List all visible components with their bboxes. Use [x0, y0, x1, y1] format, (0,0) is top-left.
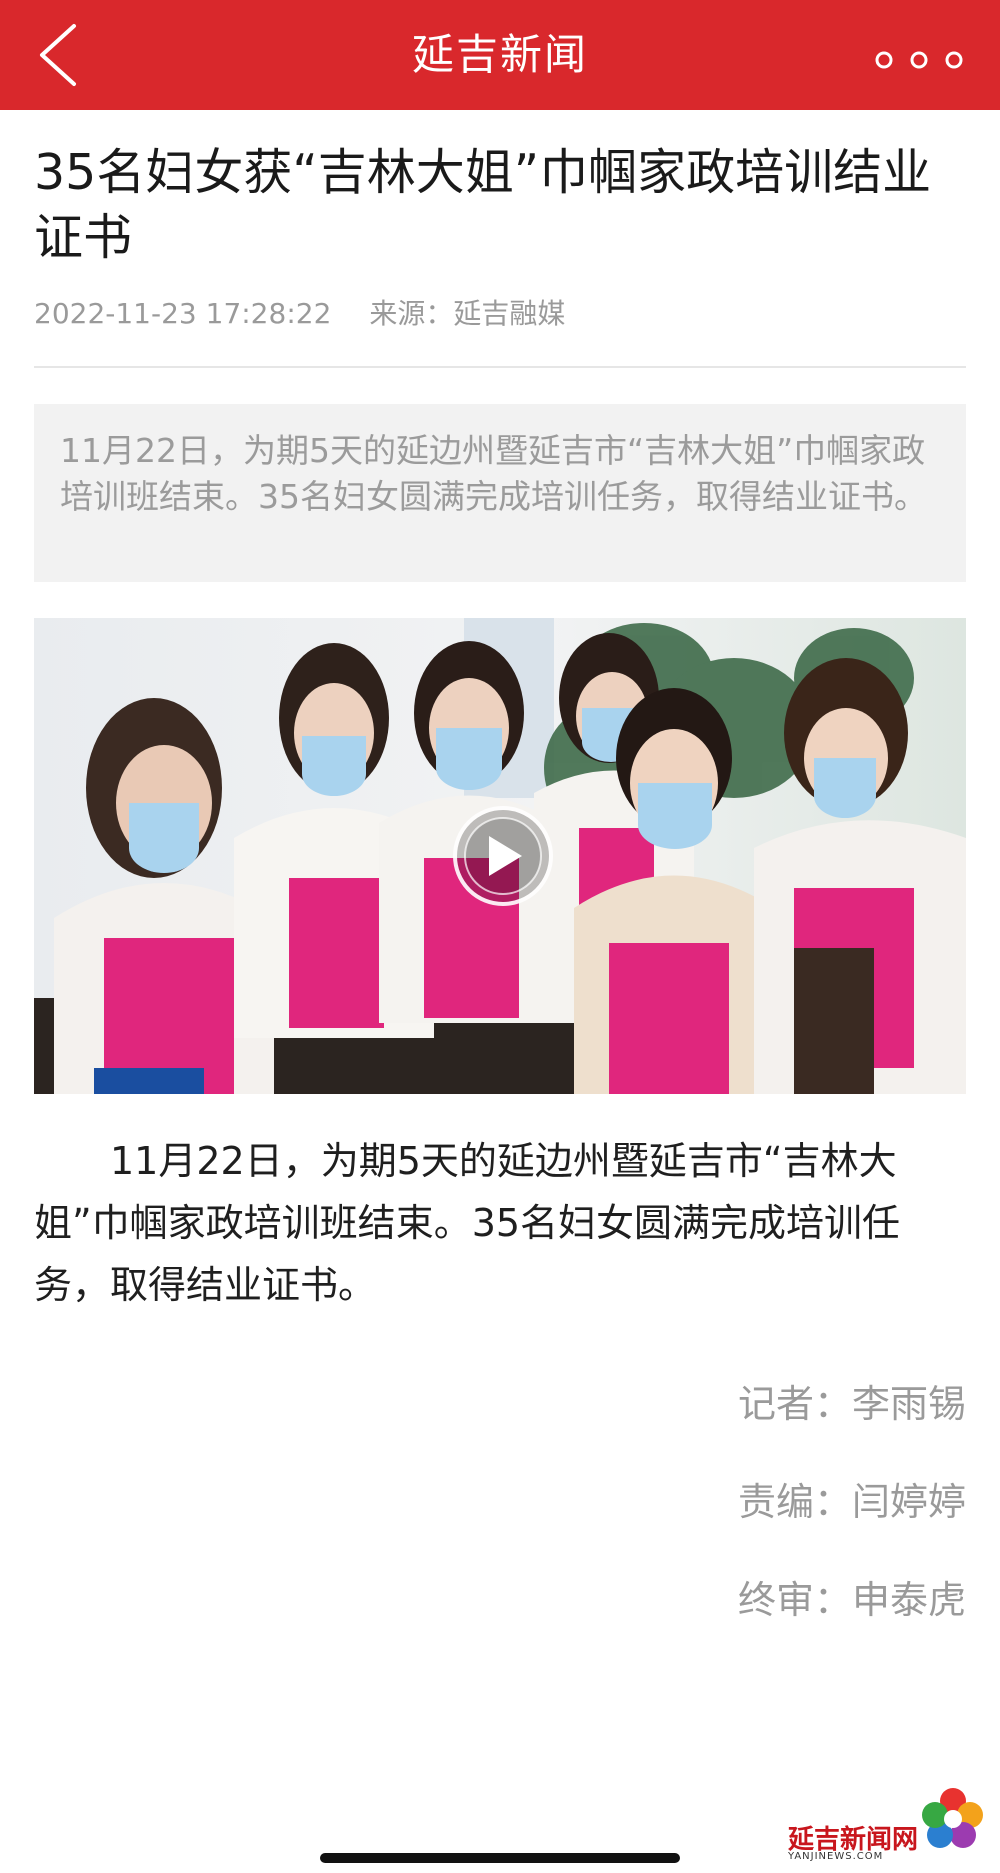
top-bar: 延吉新闻: [0, 0, 1000, 110]
reviewer-credit: 终审：申泰虎: [737, 1578, 966, 1622]
article-meta: 2022-11-23 17:28:22 来源：延吉融媒: [34, 292, 565, 332]
flower-logo-icon: [922, 1788, 983, 1848]
more-button[interactable]: [866, 40, 976, 80]
article-source: 来源：延吉融媒: [369, 297, 566, 330]
home-indicator[interactable]: [320, 1853, 680, 1863]
editor-credit: 责编：闫婷婷: [737, 1480, 966, 1524]
reporter-credit: 记者：李雨锡: [737, 1382, 966, 1426]
watermark-url: YANJINEWS.COM: [788, 1851, 884, 1862]
play-icon[interactable]: [453, 806, 553, 906]
divider: [34, 366, 966, 368]
article-title: 35名妇女获“吉林大姐”巾帼家政培训结业证书: [34, 144, 932, 266]
watermark: 延吉新闻网 YANJINEWS.COM: [788, 1783, 988, 1863]
more-dots-icon: [875, 51, 963, 69]
article-summary: 11月22日，为期5天的延边州暨延吉市“吉林大姐”巾帼家政培训班结束。35名妇女…: [34, 404, 966, 582]
article-body: 11月22日，为期5天的延边州暨延吉市“吉林大姐”巾帼家政培训班结束。35名妇女…: [34, 1139, 901, 1307]
video-player[interactable]: [34, 618, 966, 1094]
video-thumbnail: [34, 618, 966, 1094]
publish-date: 2022-11-23 17:28:22: [34, 297, 332, 330]
app-title: 延吉新闻: [411, 30, 588, 79]
article-credits: 记者：李雨锡 责编：闫婷婷 终审：申泰虎: [738, 1355, 966, 1649]
